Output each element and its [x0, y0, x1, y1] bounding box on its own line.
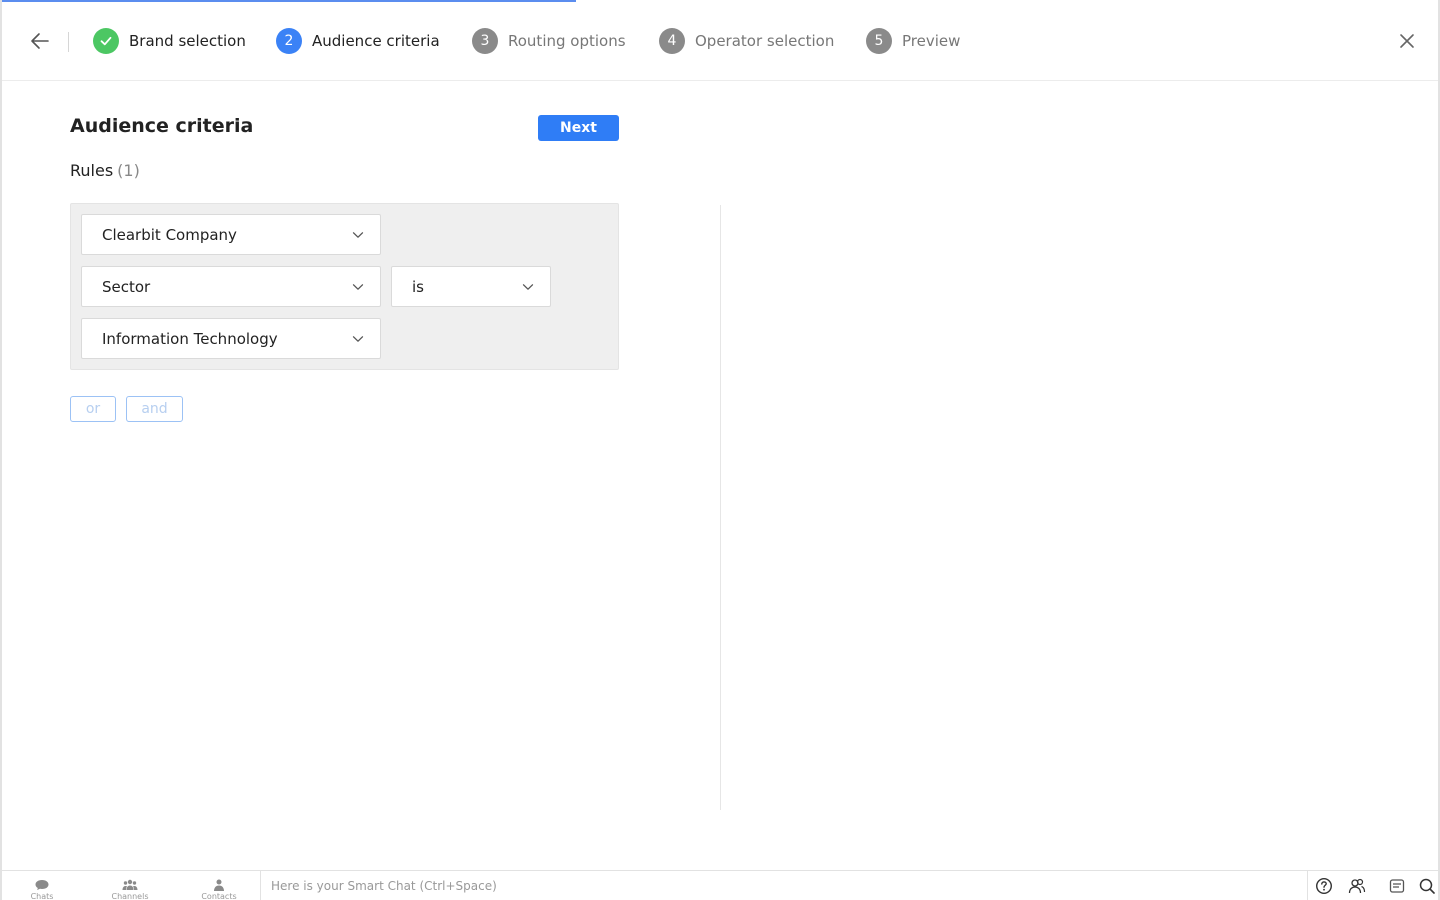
nav-channels-label: Channels [111, 892, 149, 900]
step-label: Preview [902, 32, 961, 50]
nav-channels[interactable]: Channels [90, 871, 170, 900]
nav-chats[interactable]: Chats [2, 871, 82, 900]
people-group-icon [122, 879, 138, 890]
bottom-bar: Chats Channels Contacts Here is your Sma… [2, 870, 1438, 900]
page-title: Audience criteria [70, 115, 254, 137]
step-number: 3 [472, 28, 498, 54]
step-label: Audience criteria [312, 32, 440, 50]
panel-divider [720, 205, 721, 810]
back-arrow-icon[interactable] [30, 32, 50, 50]
operators-icon[interactable] [1348, 877, 1366, 895]
close-icon[interactable] [1398, 32, 1416, 50]
chevron-down-icon [522, 284, 534, 290]
nav-chats-label: Chats [30, 892, 54, 900]
smart-chat-input[interactable]: Here is your Smart Chat (Ctrl+Space) [260, 871, 1308, 900]
step-label: Operator selection [695, 32, 835, 50]
or-button[interactable]: or [70, 396, 116, 422]
value-dropdown[interactable]: Information Technology [81, 318, 381, 359]
operator-dropdown[interactable]: is [391, 266, 551, 307]
help-icon[interactable] [1315, 877, 1333, 895]
source-dropdown[interactable]: Clearbit Company [81, 214, 381, 255]
nav-contacts[interactable]: Contacts [179, 871, 259, 900]
and-button[interactable]: and [126, 396, 183, 422]
step-preview[interactable]: 5 Preview [866, 28, 960, 54]
chevron-down-icon [352, 284, 364, 290]
step-number: 5 [866, 28, 892, 54]
field-dropdown[interactable]: Sector [81, 266, 381, 307]
step-brand-selection[interactable]: Brand selection [93, 28, 246, 54]
search-icon[interactable] [1418, 877, 1436, 895]
header-divider [68, 32, 69, 52]
field-value: Sector [102, 277, 151, 296]
step-audience-criteria[interactable]: 2 Audience criteria [276, 28, 440, 54]
step-routing-options[interactable]: 3 Routing options [472, 28, 626, 54]
rules-heading: Rules (1) [70, 161, 140, 180]
step-label: Routing options [508, 32, 626, 50]
smart-chat-placeholder: Here is your Smart Chat (Ctrl+Space) [271, 878, 497, 893]
chevron-down-icon [352, 336, 364, 342]
rules-label: Rules [70, 161, 114, 180]
value-value: Information Technology [102, 329, 278, 348]
step-label: Brand selection [129, 32, 246, 50]
notifications-icon[interactable] [1388, 877, 1406, 895]
step-number: 2 [276, 28, 302, 54]
step-operator-selection[interactable]: 4 Operator selection [659, 28, 834, 54]
rule-card: Clearbit Company Sector is Information T… [70, 203, 619, 370]
nav-contacts-label: Contacts [201, 892, 237, 900]
rules-count: (1) [117, 161, 140, 180]
operator-value: is [412, 277, 424, 296]
person-icon [214, 879, 224, 891]
source-value: Clearbit Company [102, 225, 237, 244]
step-number: 4 [659, 28, 685, 54]
wizard-header: Brand selection 2 Audience criteria 3 Ro… [2, 2, 1438, 81]
chevron-down-icon [352, 232, 364, 238]
next-button[interactable]: Next [538, 115, 619, 141]
check-icon [93, 28, 119, 54]
chat-bubble-icon [35, 880, 49, 890]
